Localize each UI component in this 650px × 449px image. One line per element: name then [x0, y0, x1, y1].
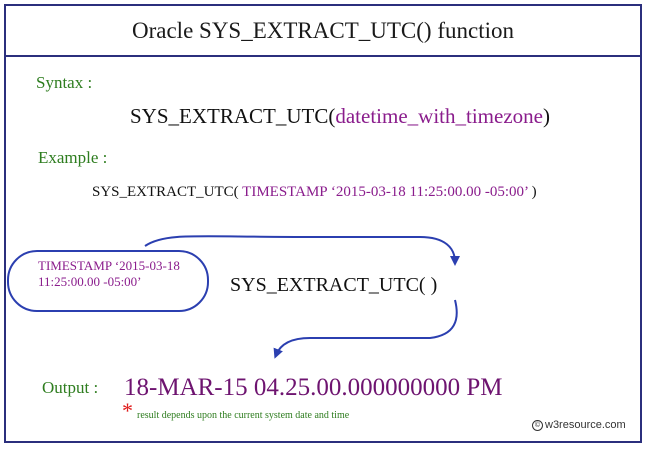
arrow-bottom: [273, 299, 458, 359]
w3resource-logo-icon: ©: [532, 420, 543, 431]
output-note: result depends upon the current system d…: [137, 410, 350, 421]
note-asterisk: *: [122, 398, 133, 423]
center-function: SYS_EXTRACT_UTC( ): [230, 274, 438, 296]
brand-text: w3resource.com: [545, 419, 626, 431]
timestamp-bubble-text: TIMESTAMP ‘2015-03-18 11:25:00.00 -05:00…: [38, 258, 180, 289]
output-value: 18-MAR-15 04.25.00.000000000 PM: [124, 374, 503, 401]
output-label: Output :: [42, 378, 99, 397]
brand[interactable]: © w3resource.com: [532, 419, 626, 431]
